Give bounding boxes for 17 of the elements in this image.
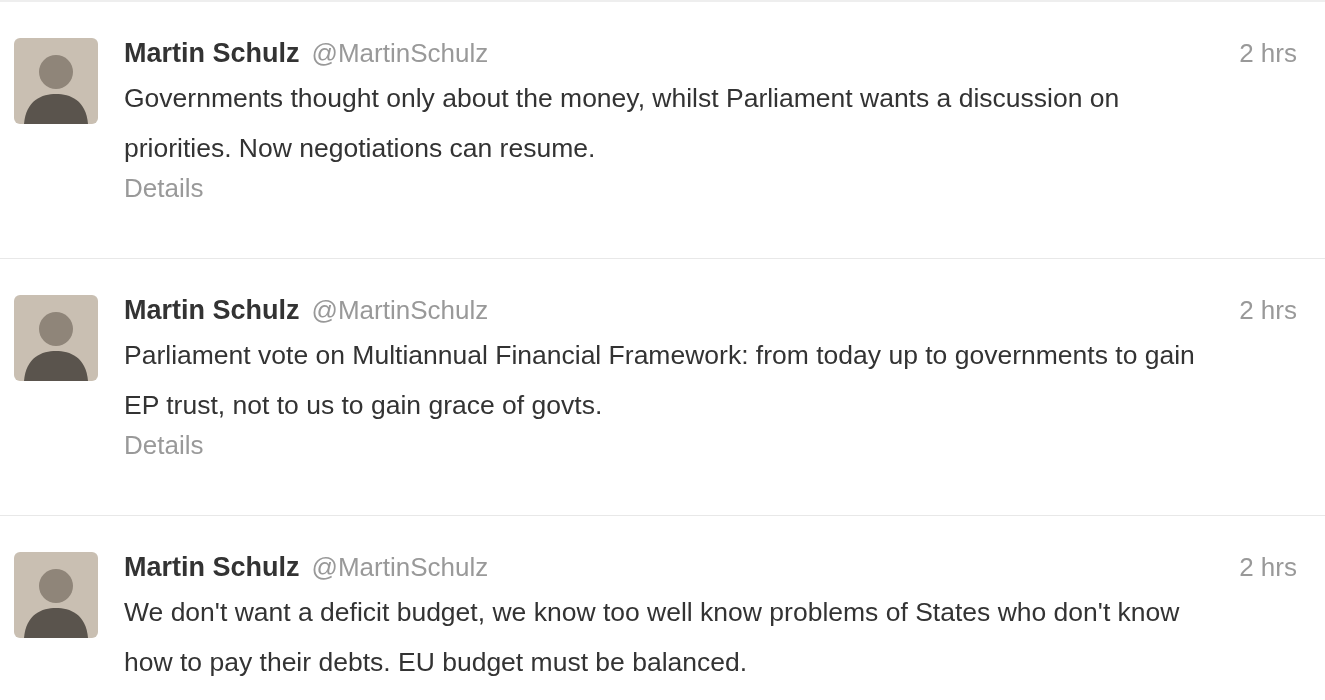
tweet-time[interactable]: 2 hrs — [1239, 295, 1297, 326]
avatar-silhouette-icon[interactable] — [14, 552, 98, 638]
user-handle[interactable]: @MartinSchulz — [311, 552, 489, 583]
details-link[interactable]: Details — [124, 430, 204, 461]
user-name[interactable]: Martin Schulz — [124, 38, 300, 69]
tweet-time[interactable]: 2 hrs — [1239, 552, 1297, 583]
tweet-text: Parliament vote on Multiannual Financial Framework: from today up to governments to gain EP trust, not to us to gain grace of govts. — [124, 339, 1196, 422]
user-name[interactable]: Martin Schulz — [124, 295, 300, 326]
tweet-text: Governments thought only about the money, whilst Parliament wants a discussion on priorities. Now negotiations can resume. — [124, 82, 1121, 165]
tweet-time[interactable]: 2 hrs — [1239, 38, 1297, 69]
user-name[interactable]: Martin Schulz — [124, 552, 300, 583]
user-handle[interactable]: @MartinSchulz — [311, 295, 489, 326]
avatar-silhouette-icon[interactable] — [14, 295, 98, 381]
tweet-text: We don't want a deficit budget, we know too well know problems of States who don't know how to pay their debts. EU budget must be balanced. — [124, 596, 1181, 679]
details-link[interactable]: Details — [124, 173, 204, 204]
user-handle[interactable]: @MartinSchulz — [311, 38, 489, 69]
avatar-silhouette-icon[interactable] — [14, 38, 98, 124]
